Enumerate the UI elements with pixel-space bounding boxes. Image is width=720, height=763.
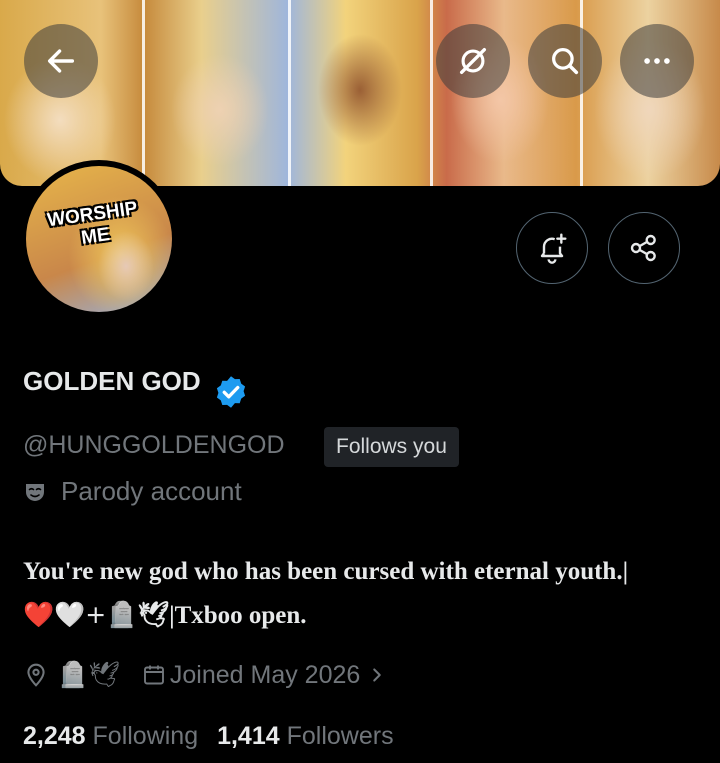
profile-meta: 🪦🕊 Joined May 2026 xyxy=(23,657,388,693)
verified-badge-icon[interactable] xyxy=(213,374,249,410)
notifications-button[interactable] xyxy=(516,212,588,284)
followers-label: Followers xyxy=(286,722,394,750)
calendar-icon xyxy=(143,665,164,685)
follows-you-badge: Follows you xyxy=(324,427,459,467)
following-label: Following xyxy=(92,722,199,750)
followers-count: 1,414 xyxy=(217,722,280,750)
mask-icon xyxy=(26,483,44,501)
followers-link[interactable]: 1,414 Followers xyxy=(217,722,394,750)
display-name: GOLDEN GOD xyxy=(23,366,201,396)
follow-stats: 2,248 Following 1,414 Followers xyxy=(23,722,394,751)
more-button[interactable] xyxy=(620,24,694,98)
user-handle: @HUNGGOLDENGOD xyxy=(23,431,285,459)
arrow-left-icon xyxy=(47,49,75,73)
grok-icon xyxy=(459,47,487,75)
bio-tail: 🪦🕊|Txboo open. xyxy=(106,602,307,629)
bio-line-2: ❤️🤍+🪦🕊|Txboo open. xyxy=(23,593,713,637)
grok-button[interactable] xyxy=(436,24,510,98)
avatar-frame: WORSHIP ME xyxy=(20,160,178,318)
bio-emoji: ❤️🤍+ xyxy=(23,600,107,629)
parody-text: Parody account xyxy=(61,476,242,506)
avatar-text: WORSHIP ME xyxy=(45,197,139,249)
search-icon xyxy=(552,48,579,75)
bio: You're new god who has been cursed with … xyxy=(23,550,713,637)
following-count: 2,248 xyxy=(23,722,86,750)
banner-divider xyxy=(142,0,145,186)
banner-divider xyxy=(430,0,433,186)
more-icon xyxy=(644,58,670,64)
search-button[interactable] xyxy=(528,24,602,98)
profile-banner[interactable] xyxy=(0,0,720,186)
location-icon xyxy=(27,663,45,687)
banner-divider xyxy=(288,0,291,186)
parody-label: Parody account xyxy=(23,476,242,507)
back-button[interactable] xyxy=(24,24,98,98)
share-icon xyxy=(630,234,656,262)
location-text: 🪦🕊 xyxy=(57,660,120,689)
bell-plus-icon xyxy=(540,233,567,264)
share-button[interactable] xyxy=(608,212,680,284)
bio-line-1: You're new god who has been cursed with … xyxy=(23,558,629,585)
chevron-right-icon[interactable] xyxy=(366,664,388,686)
joined-date[interactable]: Joined May 2026 xyxy=(170,661,360,690)
avatar[interactable]: WORSHIP ME xyxy=(26,166,172,312)
following-link[interactable]: 2,248 Following xyxy=(23,722,198,750)
